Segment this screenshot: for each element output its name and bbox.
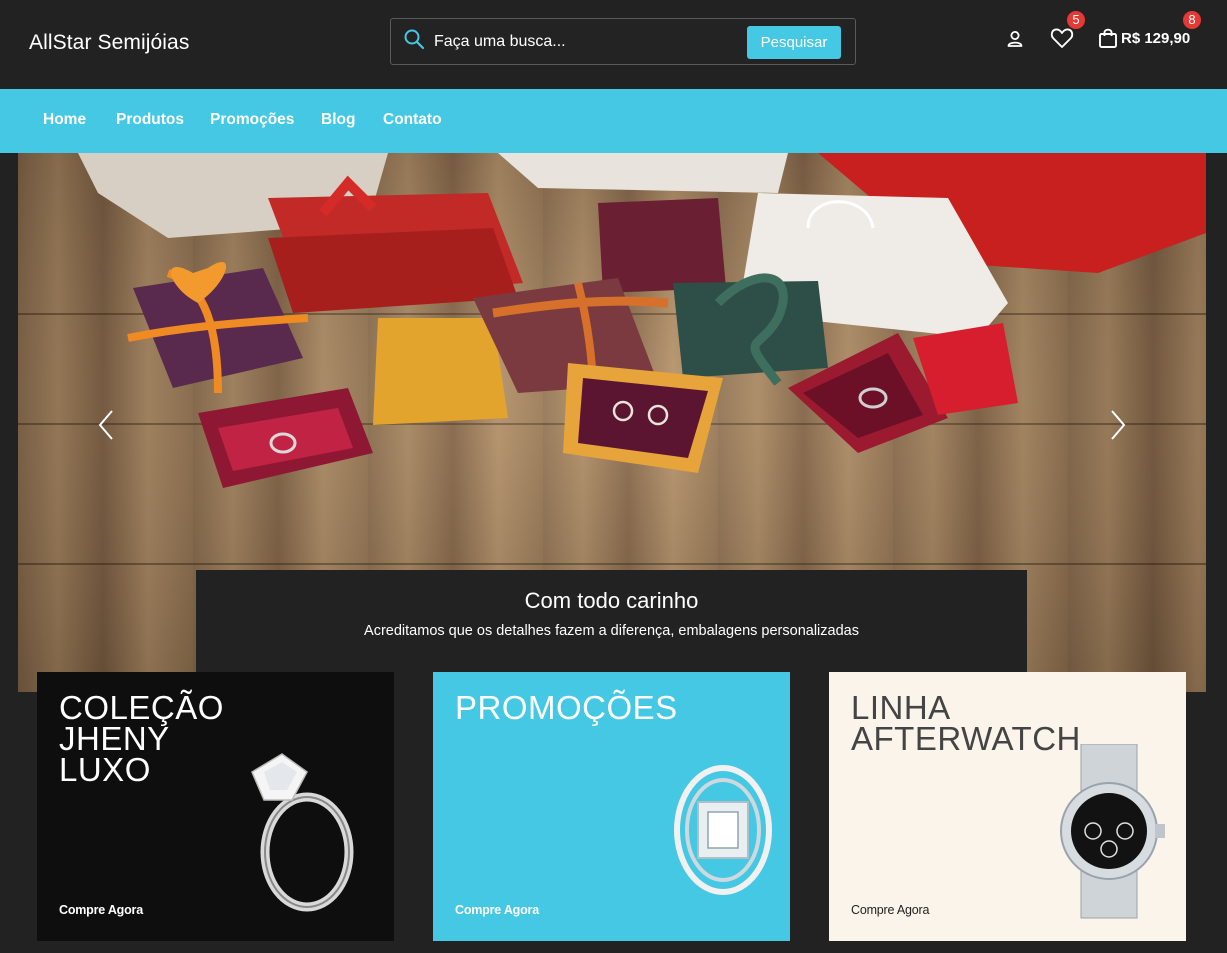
user-account-icon[interactable] [1005, 29, 1025, 49]
wishlist-heart-icon[interactable] [1049, 25, 1075, 51]
cart-count-badge: 8 [1183, 11, 1201, 29]
search-bar: Pesquisar [390, 18, 856, 65]
site-logo[interactable]: AllStar Semijóias [29, 31, 189, 55]
shop-now-link[interactable]: Compre Agora [851, 903, 929, 917]
main-navigation: Home Produtos Promoções Blog Contato [0, 89, 1227, 153]
shop-now-link[interactable]: Compre Agora [455, 903, 539, 917]
search-input[interactable] [434, 31, 724, 53]
nav-item-promocoes[interactable]: Promoções [210, 111, 294, 129]
nav-item-produtos[interactable]: Produtos [116, 111, 184, 129]
slider-next-arrow-icon[interactable] [1108, 408, 1128, 442]
category-card-linha-afterwatch[interactable]: LINHA AFTERWATCH Compre Agora [829, 672, 1186, 941]
card-title: COLEÇÃO JHENY LUXO [59, 689, 224, 788]
nav-item-blog[interactable]: Blog [321, 111, 355, 129]
wristwatch-image [1060, 744, 1165, 919]
search-icon [404, 29, 425, 50]
wishlist-count-badge: 5 [1067, 11, 1085, 29]
shopping-bag-icon[interactable] [1097, 27, 1119, 49]
cart-total[interactable]: R$ 129,90 [1121, 30, 1190, 47]
card-title: PROMOÇÕES [455, 689, 678, 726]
card-title: LINHA AFTERWATCH [851, 689, 1081, 757]
category-card-colecao-jheny-luxo[interactable]: COLEÇÃO JHENY LUXO Compre Agora [37, 672, 394, 941]
hero-subtitle: Acreditamos que os detalhes fazem a dife… [364, 623, 859, 639]
hero-title: Com todo carinho [524, 588, 699, 613]
slider-prev-arrow-icon[interactable] [96, 408, 116, 442]
nav-item-home[interactable]: Home [43, 111, 86, 129]
diamond-ring-image [251, 753, 354, 912]
search-button[interactable]: Pesquisar [747, 26, 841, 59]
site-header: AllStar Semijóias Pesquisar 5 8 R$ 129,9… [0, 0, 1227, 89]
shop-now-link[interactable]: Compre Agora [59, 903, 143, 917]
cocktail-ring-image [674, 765, 772, 895]
nav-item-contato[interactable]: Contato [383, 111, 442, 129]
category-card-promocoes[interactable]: PROMOÇÕES Compre Agora [433, 672, 790, 941]
